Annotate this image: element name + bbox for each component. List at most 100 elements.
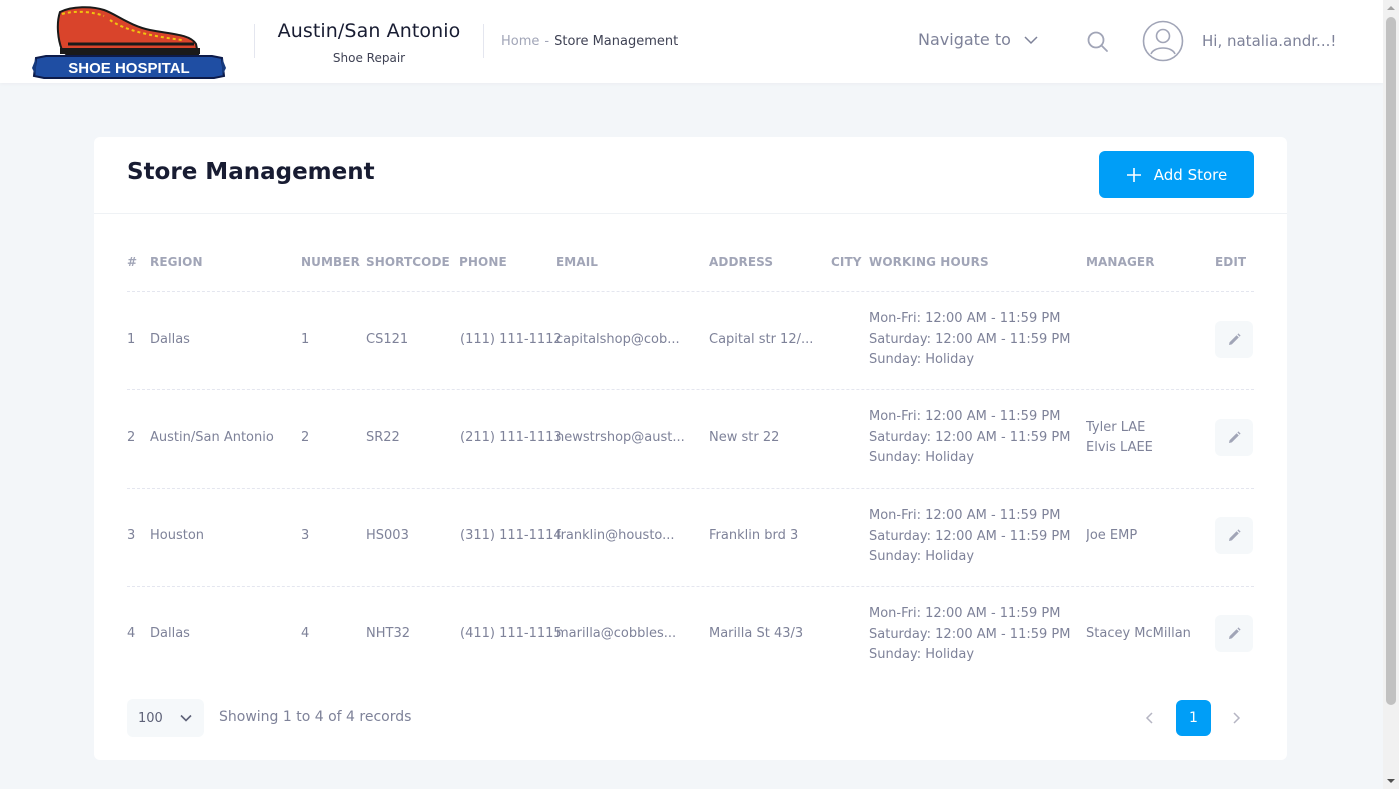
cell-shortcode: SR22: [366, 430, 400, 445]
hours-weekday: Mon-Fri: 12:00 AM - 11:59 PM: [869, 606, 1061, 621]
cell-phone: (411) 111-1115: [460, 626, 562, 641]
store-title: Austin/San Antonio: [277, 20, 461, 42]
chevron-right-icon[interactable]: [1227, 709, 1245, 727]
add-store-button[interactable]: Add Store: [1099, 151, 1254, 198]
cell-address: Franklin brd 3: [709, 528, 799, 543]
edit-store-button[interactable]: [1215, 321, 1253, 358]
page-size-value: 100: [138, 710, 163, 726]
cell-manager: Joe EMP: [1086, 526, 1137, 546]
edit-store-button[interactable]: [1215, 419, 1253, 456]
user-avatar-icon[interactable]: [1142, 20, 1184, 62]
records-info: Showing 1 to 4 of 4 records: [219, 709, 412, 725]
scroll-down-arrow-icon[interactable]: [1386, 776, 1396, 786]
pencil-icon: [1229, 430, 1241, 443]
cell-shortcode: HS003: [366, 528, 409, 543]
hours-weekday: Mon-Fri: 12:00 AM - 11:59 PM: [869, 311, 1061, 326]
cell-address: Capital str 12/...: [709, 332, 814, 347]
cell-email: capitalshop@cob...: [556, 332, 680, 347]
user-greeting[interactable]: Hi, natalia.andr...!: [1202, 32, 1336, 50]
hours-saturday: Saturday: 12:00 AM - 11:59 PM: [869, 528, 1071, 544]
cell-index: 2: [127, 430, 136, 445]
cell-region: Houston: [150, 528, 205, 543]
cell-region: Dallas: [150, 332, 190, 347]
column-header-index[interactable]: #: [127, 255, 137, 269]
row-divider: [127, 488, 1254, 489]
store-subtitle: Shoe Repair: [332, 51, 406, 65]
manager-name: Stacey McMillan: [1086, 626, 1191, 641]
cell-phone: (211) 111-1113: [460, 430, 562, 445]
store-management-card: Store Management Add Store # REGION NUMB…: [94, 137, 1287, 760]
cell-working-hours: Mon-Fri: 12:00 AM - 11:59 PM Saturday: 1…: [869, 407, 1070, 469]
cell-number: 3: [301, 528, 310, 543]
breadcrumb: Home - Store Management: [501, 34, 678, 49]
pencil-icon: [1229, 626, 1241, 639]
scrollbar-thumb[interactable]: [1386, 17, 1396, 705]
hours-saturday: Saturday: 12:00 AM - 11:59 PM: [869, 429, 1071, 445]
cell-number: 4: [301, 626, 310, 641]
manager-name: Tyler LAE: [1086, 420, 1146, 435]
row-divider: [127, 291, 1254, 292]
cell-manager: Stacey McMillan: [1086, 624, 1191, 644]
cell-shortcode: CS121: [366, 332, 409, 347]
column-header-number[interactable]: NUMBER: [301, 255, 360, 269]
chevron-down-icon: [180, 714, 192, 722]
navigate-to-label: Navigate to: [918, 30, 1011, 49]
breadcrumb-separator: -: [544, 34, 550, 49]
column-header-city[interactable]: CITY: [831, 255, 862, 269]
cell-email: franklin@housto...: [556, 528, 675, 543]
cell-phone: (111) 111-1112: [460, 332, 562, 347]
cell-working-hours: Mon-Fri: 12:00 AM - 11:59 PM Saturday: 1…: [869, 309, 1070, 371]
cell-index: 3: [127, 528, 136, 543]
scroll-up-arrow-icon[interactable]: [1386, 3, 1396, 13]
pencil-icon: [1229, 332, 1241, 345]
search-icon[interactable]: [1086, 30, 1110, 54]
cell-address: New str 22: [709, 430, 780, 445]
hours-sunday: Sunday: Holiday: [869, 450, 975, 465]
column-header-address[interactable]: ADDRESS: [709, 255, 773, 269]
hours-weekday: Mon-Fri: 12:00 AM - 11:59 PM: [869, 508, 1061, 523]
cell-number: 2: [301, 430, 310, 445]
hours-saturday: Saturday: 12:00 AM - 11:59 PM: [869, 626, 1071, 642]
hours-sunday: Sunday: Holiday: [869, 647, 975, 662]
column-header-region[interactable]: REGION: [150, 255, 203, 269]
cell-index: 1: [127, 332, 136, 347]
cell-number: 1: [301, 332, 310, 347]
cell-region: Dallas: [150, 626, 190, 641]
cell-email: marilla@cobbles...: [556, 626, 677, 641]
chevron-left-icon[interactable]: [1141, 709, 1159, 727]
manager-name: Elvis LAEE: [1086, 440, 1153, 455]
cell-manager: Tyler LAE Elvis LAEE: [1086, 418, 1153, 458]
cell-email: newstrshop@aust...: [556, 430, 685, 445]
column-header-manager[interactable]: MANAGER: [1086, 255, 1155, 269]
pencil-icon: [1229, 528, 1241, 541]
row-divider: [127, 586, 1254, 587]
breadcrumb-home-link[interactable]: Home: [501, 34, 539, 49]
page-scrollbar[interactable]: [1383, 0, 1399, 789]
edit-store-button[interactable]: [1215, 517, 1253, 554]
row-divider: [127, 389, 1254, 390]
cell-phone: (311) 111-1114: [460, 528, 562, 543]
column-header-working-hours[interactable]: WORKING HOURS: [869, 255, 989, 269]
hours-saturday: Saturday: 12:00 AM - 11:59 PM: [869, 331, 1071, 347]
card-divider: [94, 213, 1287, 214]
hours-weekday: Mon-Fri: 12:00 AM - 11:59 PM: [869, 409, 1061, 424]
column-header-shortcode[interactable]: SHORTCODE: [366, 255, 450, 269]
edit-store-button[interactable]: [1215, 615, 1253, 652]
header-divider: [483, 24, 484, 58]
column-header-edit: EDIT: [1215, 255, 1247, 269]
shoe-hospital-logo[interactable]: SHOE HOSPITAL: [32, 4, 226, 80]
cell-shortcode: NHT32: [366, 626, 410, 641]
column-header-phone[interactable]: PHONE: [459, 255, 507, 269]
page-size-select[interactable]: 100: [127, 699, 204, 737]
chevron-down-icon: [1024, 35, 1038, 44]
breadcrumb-current: Store Management: [554, 34, 679, 49]
add-store-label: Add Store: [1153, 165, 1228, 184]
manager-name: Joe EMP: [1086, 528, 1138, 543]
cell-working-hours: Mon-Fri: 12:00 AM - 11:59 PM Saturday: 1…: [869, 506, 1070, 568]
logo-text: SHOE HOSPITAL: [68, 60, 189, 77]
navigate-to-dropdown[interactable]: Navigate to: [918, 30, 1039, 49]
pagination-page-1[interactable]: 1: [1176, 700, 1211, 736]
hours-sunday: Sunday: Holiday: [869, 352, 975, 367]
column-header-email[interactable]: EMAIL: [556, 255, 598, 269]
page-title: Store Management: [127, 159, 375, 185]
